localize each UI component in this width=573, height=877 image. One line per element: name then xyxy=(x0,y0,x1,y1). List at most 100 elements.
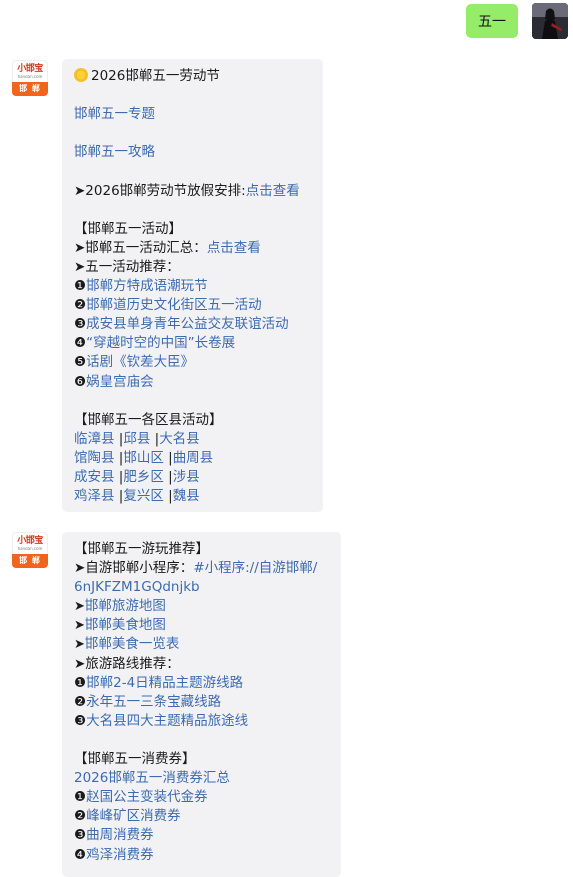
district-header: 【邯郸五一各区县活动】 xyxy=(74,411,223,428)
link-topic[interactable]: 邯郸五一专题 xyxy=(74,106,155,122)
coupon-number: ❸ xyxy=(74,827,87,844)
coupon-header: 【邯郸五一消费券】 xyxy=(74,751,196,768)
district-link[interactable]: 成安县 xyxy=(74,469,115,485)
activity-link[interactable]: 邯郸道历史文化街区五一活动 xyxy=(86,297,262,313)
coupon-number: ❹ xyxy=(74,846,87,863)
coupon-item: ❷峰峰矿区消费券 xyxy=(74,807,329,826)
route-number: ❷ xyxy=(74,693,87,710)
district-link[interactable]: 临漳县 xyxy=(74,431,115,447)
coupon-item: ❶赵国公主变装代金券 xyxy=(74,788,329,807)
holiday-prefix: ➤2026邯郸劳动节放假安排: xyxy=(74,182,246,199)
activity-item: ❷邯郸道历史文化街区五一活动 xyxy=(74,296,311,315)
coupon-number: ❷ xyxy=(74,808,87,825)
miniprogram-link-code[interactable]: 6nJKFZM1GQdnjkb xyxy=(74,579,200,595)
travel-map-line: ➤邯郸旅游地图 xyxy=(74,597,329,616)
district-link[interactable]: 鸡泽县 xyxy=(74,488,115,504)
bot-logo-subtext: handan.com xyxy=(17,75,43,78)
link-guide[interactable]: 邯郸五一攻略 xyxy=(74,144,155,160)
arrow-icon: ➤ xyxy=(74,599,85,615)
bot-message-bubble-2: 【邯郸五一游玩推荐】 ➤自游邯郸小程序：#小程序://自游邯郸/ 6nJKFZM… xyxy=(62,532,341,877)
food-list-line: ➤邯郸美食一览表 xyxy=(74,635,329,654)
activity-item: ❹“穿越时空的中国”长卷展 xyxy=(74,334,311,353)
bot-logo-text: 小邯宝 xyxy=(17,64,43,74)
miniprogram-line: ➤自游邯郸小程序：#小程序://自游邯郸/ xyxy=(74,559,329,578)
district-link[interactable]: 复兴区 xyxy=(123,488,164,504)
bot-avatar[interactable]: 小邯宝 handan.com 邯 郸 xyxy=(12,60,48,96)
activity-link[interactable]: 成安县单身青年公益交友联谊活动 xyxy=(86,316,289,332)
activity-number: ❶ xyxy=(74,278,87,295)
route-header: ➤旅游路线推荐： xyxy=(74,655,180,672)
district-row: 馆陶县 |邯山区 |曲周县 xyxy=(74,449,214,466)
coupon-item: ❸曲周消费券 xyxy=(74,826,329,845)
coupon-summary-link[interactable]: 2026邯郸五一消费券汇总 xyxy=(74,770,230,786)
bubble1-title: 2026邯郸五一劳动节 xyxy=(91,68,220,84)
travel-header: 【邯郸五一游玩推荐】 xyxy=(74,541,209,557)
district-link[interactable]: 邯山区 xyxy=(123,450,164,466)
activity-number: ❹ xyxy=(74,335,87,352)
district-link[interactable]: 曲周县 xyxy=(173,450,214,466)
activity-header: 【邯郸五一活动】 xyxy=(74,220,182,237)
sun-icon xyxy=(74,68,88,82)
route-item: ❶邯郸2-4日精品主题游线路 xyxy=(74,674,329,693)
activity-number: ❻ xyxy=(74,373,87,390)
district-row: 鸡泽县 |复兴区 |魏县 xyxy=(74,488,200,505)
travel-map-link[interactable]: 邯郸旅游地图 xyxy=(85,598,166,614)
activity-summary-line: ➤邯郸五一活动汇总：点击查看 xyxy=(74,239,311,258)
activity-item: ❺话剧《钦差大臣》 xyxy=(74,353,311,372)
district-link[interactable]: 大名县 xyxy=(159,431,200,447)
district-row: 临漳县 |邱县 |大名县 xyxy=(74,430,200,447)
district-row: 成安县 |肥乡区 |涉县 xyxy=(74,468,200,485)
activity-number: ❷ xyxy=(74,297,87,314)
activity-number: ❺ xyxy=(74,354,87,371)
activity-recommend-label: ➤五一活动推荐： xyxy=(74,258,180,275)
route-number: ❸ xyxy=(74,712,87,729)
activity-link[interactable]: “穿越时空的中国”长卷展 xyxy=(86,335,235,351)
route-link[interactable]: 大名县四大主题精品旅途线 xyxy=(86,713,248,729)
bot-logo-subtext: handan.com xyxy=(17,547,43,550)
arrow-icon: ➤ xyxy=(74,618,85,634)
activity-item: ❸成安县单身青年公益交友联谊活动 xyxy=(74,315,311,334)
miniprogram-link[interactable]: #小程序://自游邯郸/ xyxy=(193,560,317,576)
district-link[interactable]: 肥乡区 xyxy=(123,469,164,485)
user-message-bubble: 五一 xyxy=(466,4,518,38)
user-avatar-image xyxy=(532,3,568,39)
route-link[interactable]: 邯郸2-4日精品主题游线路 xyxy=(86,675,243,691)
activity-item: ❶邯郸方特成语潮玩节 xyxy=(74,277,311,296)
route-item: ❷永年五一三条宝藏线路 xyxy=(74,693,329,712)
route-item: ❸大名县四大主题精品旅途线 xyxy=(74,712,329,731)
bot-avatar[interactable]: 小邯宝 handan.com 邯 郸 xyxy=(12,532,48,568)
arrow-icon: ➤ xyxy=(74,637,85,653)
bot-message-bubble-1: 2026邯郸五一劳动节 邯郸五一专题 邯郸五一攻略 ➤2026邯郸劳动节放假安排… xyxy=(62,59,323,512)
coupon-link[interactable]: 赵国公主变装代金券 xyxy=(86,789,208,805)
district-link[interactable]: 涉县 xyxy=(173,469,200,485)
district-link[interactable]: 魏县 xyxy=(173,488,200,504)
district-link[interactable]: 邱县 xyxy=(123,431,150,447)
activity-link[interactable]: 娲皇宫庙会 xyxy=(86,374,154,390)
bot-logo-bar: 邯 郸 xyxy=(12,82,48,96)
holiday-link[interactable]: 点击查看 xyxy=(246,183,300,199)
coupon-link[interactable]: 鸡泽消费券 xyxy=(86,847,154,863)
miniprogram-prefix: ➤自游邯郸小程序： xyxy=(74,560,194,577)
user-message-text: 五一 xyxy=(478,14,506,30)
bot-logo-bar: 邯 郸 xyxy=(12,554,48,568)
route-link[interactable]: 永年五一三条宝藏线路 xyxy=(86,694,221,710)
coupon-link[interactable]: 曲周消费券 xyxy=(86,827,154,843)
bot-logo-text: 小邯宝 xyxy=(17,536,43,546)
bubble1-title-line: 2026邯郸五一劳动节 xyxy=(74,67,311,86)
food-map-link[interactable]: 邯郸美食地图 xyxy=(85,617,166,633)
coupon-number: ❶ xyxy=(74,789,87,806)
activity-summary-link[interactable]: 点击查看 xyxy=(207,240,261,256)
coupon-item: ❹鸡泽消费券 xyxy=(74,846,329,865)
activity-link[interactable]: 话剧《钦差大臣》 xyxy=(86,354,194,370)
activity-number: ❸ xyxy=(74,316,87,333)
activity-summary-prefix: ➤邯郸五一活动汇总： xyxy=(74,239,207,256)
food-list-link[interactable]: 邯郸美食一览表 xyxy=(85,636,180,652)
user-avatar[interactable] xyxy=(532,3,568,39)
coupon-link[interactable]: 峰峰矿区消费券 xyxy=(86,808,181,824)
route-number: ❶ xyxy=(74,674,87,691)
food-map-line: ➤邯郸美食地图 xyxy=(74,616,329,635)
activity-link[interactable]: 邯郸方特成语潮玩节 xyxy=(86,278,208,294)
holiday-line: ➤2026邯郸劳动节放假安排:点击查看 xyxy=(74,182,311,201)
district-link[interactable]: 馆陶县 xyxy=(74,450,115,466)
activity-item: ❻娲皇宫庙会 xyxy=(74,373,311,392)
